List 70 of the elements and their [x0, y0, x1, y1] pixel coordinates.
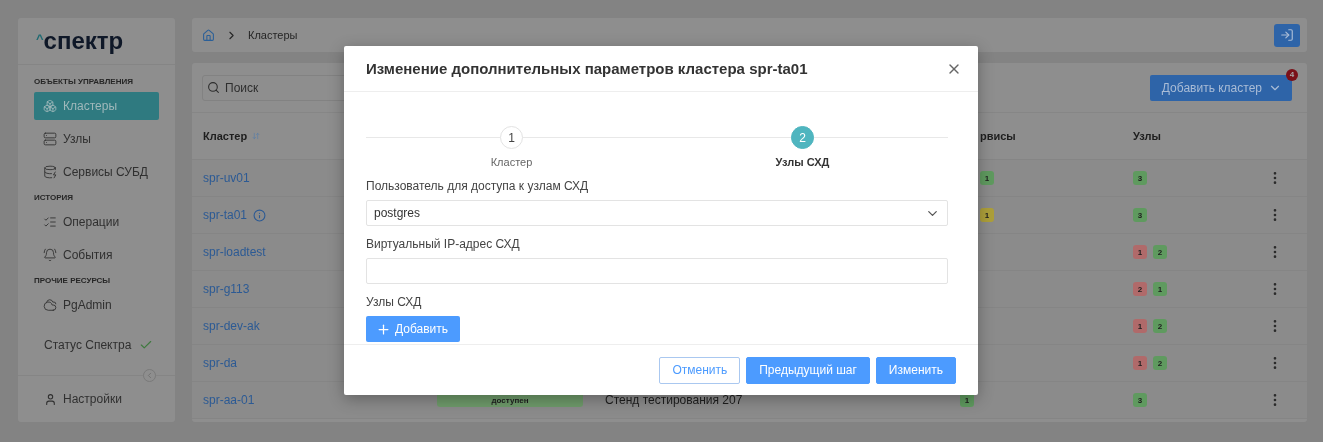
database-icon — [43, 165, 57, 179]
section-title: ПРОЧИЕ РЕСУРСЫ — [34, 276, 112, 285]
boxes-icon — [43, 99, 57, 113]
plus-icon — [376, 321, 391, 337]
notification-badge: 4 — [1286, 68, 1298, 81]
sort-icon — [252, 132, 261, 140]
count-badge: 3 — [1133, 208, 1147, 222]
column-header[interactable]: рвисы — [980, 130, 1016, 142]
sidebar-item[interactable]: Кластеры — [34, 92, 159, 120]
add-button[interactable]: Добавить — [366, 316, 461, 342]
sidebar-item[interactable]: PgAdmin — [34, 291, 159, 319]
cluster-link[interactable]: spr-uv01 — [203, 171, 250, 185]
section-title: ОБЪЕКТЫ УПРАВЛЕНИЯ — [34, 77, 134, 86]
step-label: Узлы СХД — [775, 156, 830, 168]
description-text: Стенд тестирования 207 — [605, 393, 743, 407]
sidebar-item[interactable]: События — [34, 241, 159, 269]
sidebar-item[interactable]: Операции — [34, 208, 159, 236]
count-badge: 1 — [1133, 356, 1147, 370]
step-label: Кластер — [490, 156, 533, 168]
sidebar-item[interactable]: Узлы — [34, 125, 159, 153]
step-number[interactable]: 1 — [500, 126, 523, 149]
breadcrumb-item: Кластеры — [248, 29, 298, 41]
status-item[interactable]: Статус Спектра — [34, 324, 159, 352]
chevron-left-icon — [145, 371, 154, 380]
field-label: Виртуальный IP-адрес СХД — [366, 237, 521, 251]
count-badge: 1 — [980, 208, 994, 222]
section-title: ИСТОРИЯ — [34, 193, 75, 202]
cluster-link[interactable]: spr-dev-ak — [203, 319, 260, 333]
logo-mark: ^ — [36, 31, 44, 46]
count-badge: 1 — [1153, 282, 1167, 296]
bell-icon — [43, 248, 57, 262]
logo-text: спектр — [43, 27, 124, 55]
count-badge: 2 — [1153, 356, 1167, 370]
count-badge: 1 — [1133, 245, 1147, 259]
column-header[interactable]: Кластер — [203, 130, 437, 142]
login-button[interactable] — [1274, 23, 1300, 47]
cluster-link[interactable]: spr-aa-01 — [203, 393, 255, 407]
list-icon — [43, 215, 57, 229]
check-icon — [139, 338, 154, 352]
count-badge: 3 — [1133, 171, 1147, 185]
dialog-button[interactable]: Изменить — [875, 356, 956, 384]
count-badge: 1 — [1133, 319, 1147, 333]
step-number[interactable]: 2 — [791, 126, 814, 149]
count-badge: 2 — [1133, 282, 1147, 296]
section-label: Узлы СХД — [366, 295, 423, 309]
login-icon — [1280, 28, 1294, 42]
cluster-link[interactable]: spr-g113 — [203, 282, 250, 296]
cluster-link[interactable]: spr-ta01 — [203, 208, 248, 222]
count-badge: 2 — [1153, 319, 1167, 333]
settings-item[interactable]: Настройки — [18, 376, 175, 422]
field-label: Пользователь для доступа к узлам СХД — [366, 179, 590, 193]
info-icon — [253, 208, 267, 222]
count-badge: 1 — [980, 171, 994, 185]
cluster-link[interactable]: spr-da — [203, 356, 237, 370]
user-icon — [44, 392, 57, 406]
column-header[interactable]: Узлы — [1133, 130, 1161, 142]
input-field[interactable] — [366, 258, 948, 284]
search-icon — [207, 80, 220, 94]
home-icon[interactable] — [202, 28, 215, 42]
dialog-button[interactable]: Предыдущий шаг — [746, 356, 870, 384]
count-badge: 3 — [1133, 393, 1147, 407]
count-badge: 2 — [1153, 245, 1167, 259]
select-field[interactable]: postgres — [366, 200, 948, 226]
sidebar-item[interactable]: Сервисы СУБД — [34, 158, 159, 186]
collapse-button[interactable] — [143, 369, 156, 382]
cluster-link[interactable]: spr-loadtest — [203, 245, 266, 259]
dialog-button[interactable]: Отменить — [659, 356, 741, 384]
dialog-title: Изменение дополнительных параметров кластера spr-ta01 — [366, 60, 809, 77]
cloud-icon — [43, 298, 57, 312]
server-icon — [43, 132, 57, 146]
